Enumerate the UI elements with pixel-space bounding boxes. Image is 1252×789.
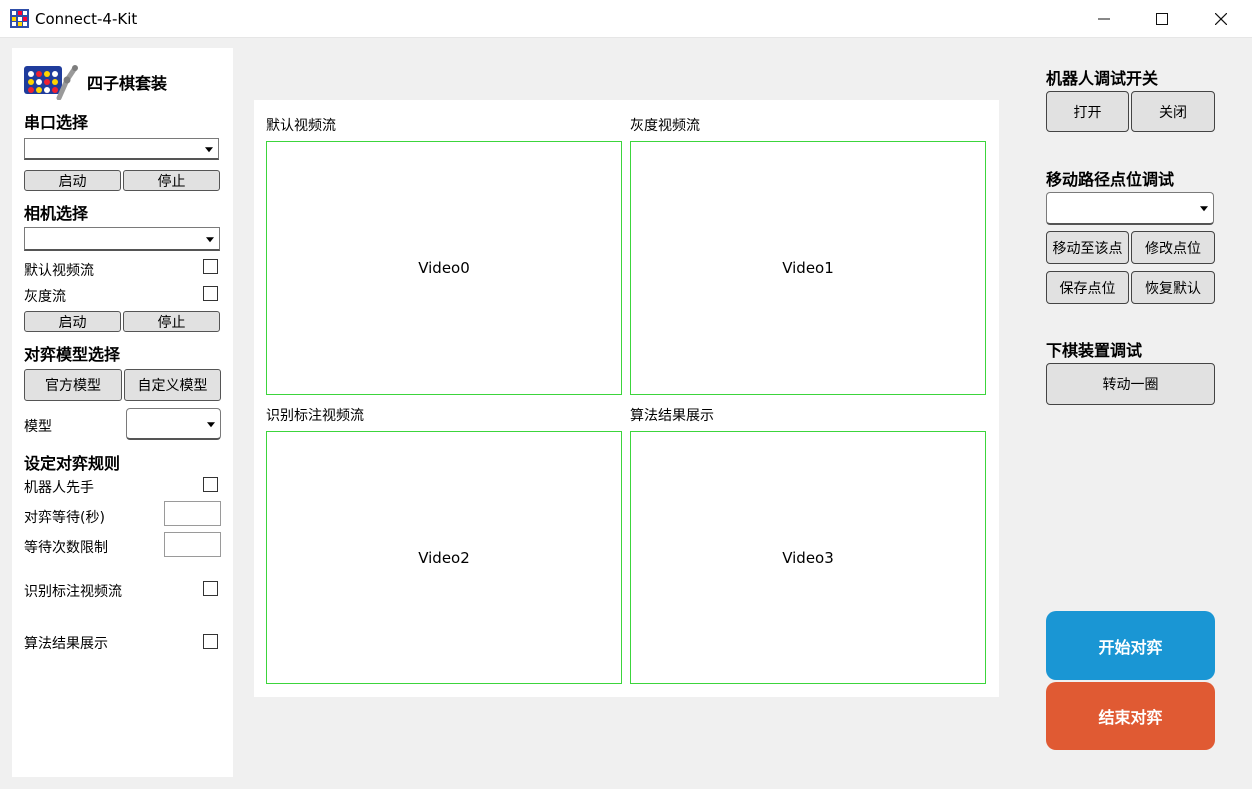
algo-result-checkbox[interactable] [203,634,218,649]
camera-section-title: 相机选择 [24,204,89,223]
serial-start-button[interactable]: 启动 [24,170,121,191]
serial-section-title: 串口选择 [24,113,89,132]
model-select[interactable] [126,408,221,440]
window-title: Connect-4-Kit [35,10,138,28]
video3-label: 算法结果展示 [630,408,714,424]
video0-label: 默认视频流 [266,118,336,134]
rotate-once-button[interactable]: 转动一圈 [1046,363,1215,405]
brand-title: 四子棋套装 [87,74,168,93]
algo-result-label: 算法结果展示 [24,636,108,652]
save-point-button[interactable]: 保存点位 [1046,271,1129,304]
app-grid-icon [10,9,29,28]
video0-view: Video0 [266,141,622,395]
video2-view: Video2 [266,431,622,684]
close-window-button[interactable] [1198,0,1244,38]
camera-start-button[interactable]: 启动 [24,311,121,332]
chevron-down-icon [205,146,213,152]
end-game-button[interactable]: 结束对弈 [1046,682,1215,750]
camera-select[interactable] [24,227,220,251]
wait-limit-label: 等待次数限制 [24,540,108,556]
wait-seconds-input[interactable] [164,501,221,526]
annotated-stream-checkbox[interactable] [203,581,218,596]
gray-stream-checkbox[interactable] [203,286,218,301]
title-bar: Connect-4-Kit [0,0,1252,38]
drop-debug-title: 下棋装置调试 [1046,341,1143,360]
video3-view: Video3 [630,431,986,684]
start-game-button[interactable]: 开始对弈 [1046,611,1215,680]
maximize-icon [1156,13,1168,25]
robot-first-checkbox[interactable] [203,477,218,492]
video-grid: 默认视频流 Video0 灰度视频流 Video1 识别标注视频流 Video2… [254,100,999,697]
chevron-down-icon [1200,206,1208,212]
close-icon [1215,13,1227,25]
robot-first-label: 机器人先手 [24,480,94,496]
wait-limit-input[interactable] [164,532,221,557]
minimize-icon [1098,18,1110,20]
official-model-button[interactable]: 官方模型 [24,369,122,401]
video1-view: Video1 [630,141,986,395]
path-point-select[interactable] [1046,192,1214,225]
chevron-down-icon [206,236,214,242]
left-control-panel: 四子棋套装 串口选择 启动 停止 相机选择 默认视频流 灰度流 启动 停止 对弈… [12,48,233,777]
serial-stop-button[interactable]: 停止 [123,170,220,191]
modify-point-button[interactable]: 修改点位 [1131,231,1215,264]
model-section-title: 对弈模型选择 [24,345,121,364]
maximize-button[interactable] [1139,0,1185,38]
connect4-robot-logo [24,65,78,100]
wait-seconds-label: 对弈等待(秒) [24,510,105,526]
annotated-stream-label: 识别标注视频流 [24,584,122,600]
video1-label: 灰度视频流 [630,118,700,134]
default-stream-checkbox[interactable] [203,259,218,274]
robot-debug-close-button[interactable]: 关闭 [1131,91,1215,132]
camera-stop-button[interactable]: 停止 [123,311,220,332]
model-label: 模型 [24,419,52,435]
robot-debug-title: 机器人调试开关 [1046,69,1159,88]
move-to-point-button[interactable]: 移动至该点 [1046,231,1129,264]
serial-port-select[interactable] [24,138,219,160]
robot-debug-open-button[interactable]: 打开 [1046,91,1129,132]
rules-section-title: 设定对弈规则 [24,454,121,473]
chevron-down-icon [207,421,215,427]
restore-default-button[interactable]: 恢复默认 [1131,271,1215,304]
path-debug-title: 移动路径点位调试 [1046,170,1175,189]
custom-model-button[interactable]: 自定义模型 [124,369,221,401]
minimize-button[interactable] [1081,0,1127,38]
gray-stream-label: 灰度流 [24,289,66,305]
video2-label: 识别标注视频流 [266,408,364,424]
default-stream-label: 默认视频流 [24,263,94,279]
